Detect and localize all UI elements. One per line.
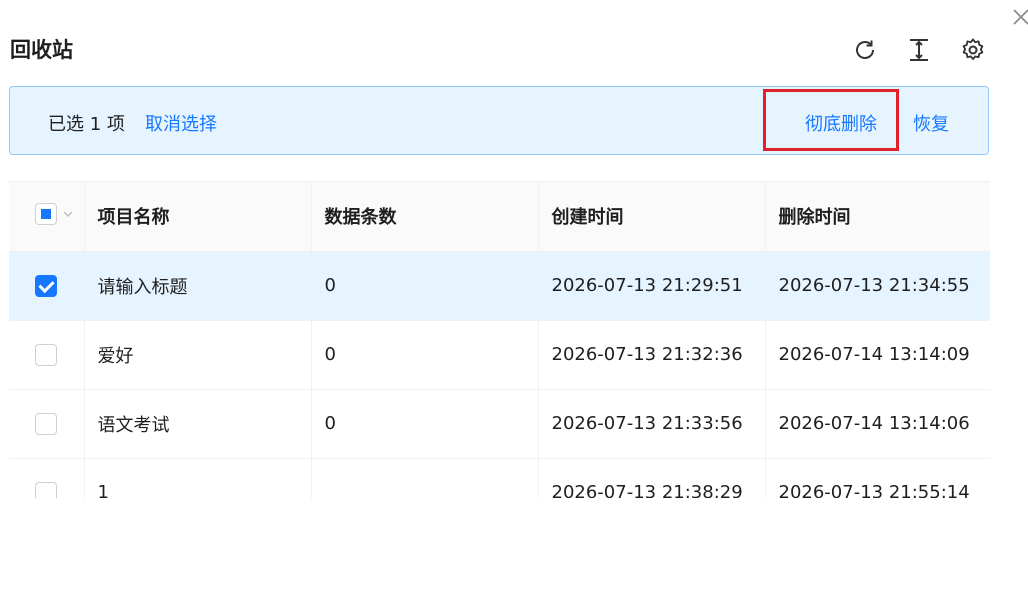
refresh-icon[interactable]: [852, 37, 878, 63]
cell-count: [311, 458, 539, 498]
header-select-cell: [9, 182, 85, 252]
cell-deleted: 2026-07-14 13:14:06: [765, 389, 990, 459]
gear-icon[interactable]: [960, 37, 986, 63]
column-header-count[interactable]: 数据条数: [311, 182, 539, 252]
recycle-table: 项目名称 数据条数 创建时间 删除时间 请输入标题 0 2026-07-13 2…: [9, 181, 990, 498]
cell-name: 爱好: [84, 320, 312, 390]
column-header-name[interactable]: 项目名称: [84, 182, 312, 252]
cell-deleted: 2026-07-13 21:34:55: [765, 251, 990, 321]
restore-button[interactable]: 恢复: [913, 110, 949, 136]
row-checkbox[interactable]: [35, 274, 57, 297]
cell-name: 1: [84, 458, 312, 498]
cell-created: 2026-07-13 21:33:56: [538, 389, 766, 459]
dialog-title: 回收站: [10, 38, 73, 62]
cell-count: 0: [311, 389, 539, 459]
highlight-box: [763, 89, 899, 151]
table-header-row: 项目名称 数据条数 创建时间 删除时间: [9, 182, 990, 252]
table-row[interactable]: 爱好 0 2026-07-13 21:32:36 2026-07-14 13:1…: [9, 320, 990, 390]
table-row[interactable]: 请输入标题 0 2026-07-13 21:29:51 2026-07-13 2…: [9, 251, 990, 321]
row-checkbox[interactable]: [35, 412, 57, 435]
select-all-checkbox[interactable]: [35, 202, 57, 225]
chevron-down-icon[interactable]: [62, 208, 74, 220]
table-row[interactable]: 语文考试 0 2026-07-13 21:33:56 2026-07-14 13…: [9, 389, 990, 459]
cell-name: 请输入标题: [84, 251, 312, 321]
column-height-icon[interactable]: [906, 37, 932, 63]
cell-created: 2026-07-13 21:38:29: [538, 458, 766, 498]
table-row[interactable]: 1 2026-07-13 21:38:29 2026-07-13 21:55:1…: [9, 458, 990, 498]
cell-deleted: 2026-07-14 13:14:09: [765, 320, 990, 390]
cell-created: 2026-07-13 21:32:36: [538, 320, 766, 390]
row-checkbox[interactable]: [35, 343, 57, 366]
cell-name: 语文考试: [84, 389, 312, 459]
cell-count: 0: [311, 320, 539, 390]
cancel-selection-link[interactable]: 取消选择: [145, 110, 217, 136]
column-header-created[interactable]: 创建时间: [538, 182, 766, 252]
cell-count: 0: [311, 251, 539, 321]
row-checkbox[interactable]: [35, 481, 57, 498]
selection-count: 已选 1 项: [48, 114, 125, 135]
column-header-deleted[interactable]: 删除时间: [765, 182, 990, 252]
cell-created: 2026-07-13 21:29:51: [538, 251, 766, 321]
close-icon[interactable]: [1010, 6, 1028, 28]
cell-deleted: 2026-07-13 21:55:14: [765, 458, 990, 498]
